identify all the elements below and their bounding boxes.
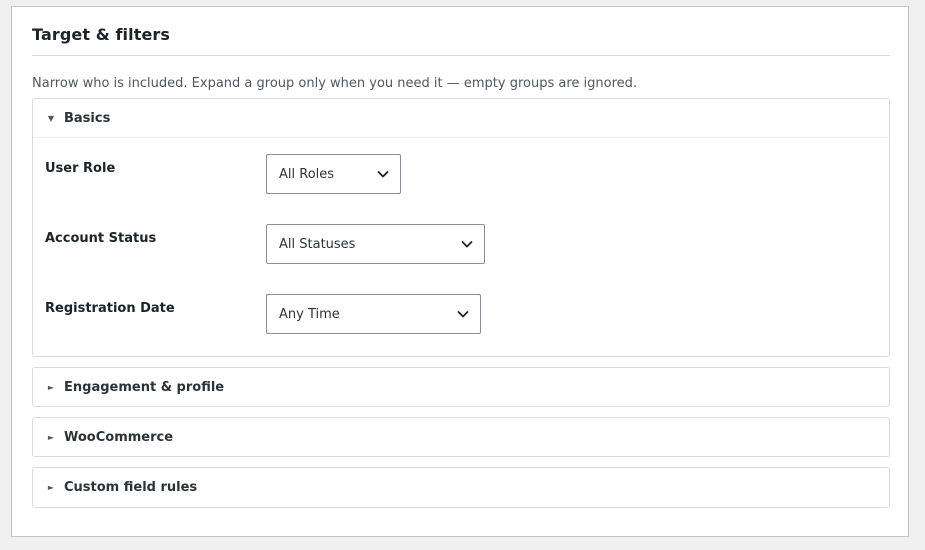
- section-description: Narrow who is included. Expand a group o…: [32, 76, 638, 91]
- group-label: Engagement & profile: [64, 380, 225, 395]
- chevron-down-icon: [377, 171, 389, 178]
- registration-date-value: Any Time: [279, 306, 340, 322]
- account-status-select[interactable]: All Statuses: [266, 224, 485, 264]
- filter-group-woocommerce: ► WooCommerce: [32, 417, 890, 457]
- group-header-divider: [33, 137, 889, 138]
- chevron-down-icon: [461, 241, 473, 248]
- user-role-value: All Roles: [279, 166, 335, 182]
- triangle-right-icon: ►: [47, 482, 55, 492]
- account-status-label: Account Status: [45, 231, 157, 246]
- filter-group-custom-field-rules: ► Custom field rules: [32, 467, 890, 508]
- user-role-select[interactable]: All Roles: [266, 154, 401, 194]
- group-toggle-custom-field-rules[interactable]: ► Custom field rules: [33, 468, 889, 507]
- group-label: WooCommerce: [64, 430, 174, 445]
- filter-group-engagement-profile: ► Engagement & profile: [32, 367, 890, 407]
- title-divider: [32, 55, 890, 56]
- chevron-down-icon: [457, 311, 469, 318]
- triangle-right-icon: ►: [47, 432, 55, 442]
- triangle-right-icon: ►: [47, 382, 55, 392]
- group-toggle-engagement-profile[interactable]: ► Engagement & profile: [33, 368, 889, 407]
- section-title: Target & filters: [32, 25, 171, 44]
- group-label: Basics: [64, 111, 111, 126]
- filter-group-basics: ▼ Basics User Role All Roles Account Sta…: [32, 98, 890, 357]
- account-status-value: All Statuses: [279, 236, 356, 252]
- triangle-down-icon: ▼: [47, 113, 55, 123]
- group-toggle-basics[interactable]: ▼ Basics: [33, 99, 889, 138]
- target-filters-panel: Target & filters Narrow who is included.…: [11, 6, 909, 537]
- group-toggle-woocommerce[interactable]: ► WooCommerce: [33, 418, 889, 457]
- group-label: Custom field rules: [64, 480, 198, 495]
- user-role-label: User Role: [45, 161, 116, 176]
- registration-date-label: Registration Date: [45, 301, 175, 316]
- registration-date-select[interactable]: Any Time: [266, 294, 481, 334]
